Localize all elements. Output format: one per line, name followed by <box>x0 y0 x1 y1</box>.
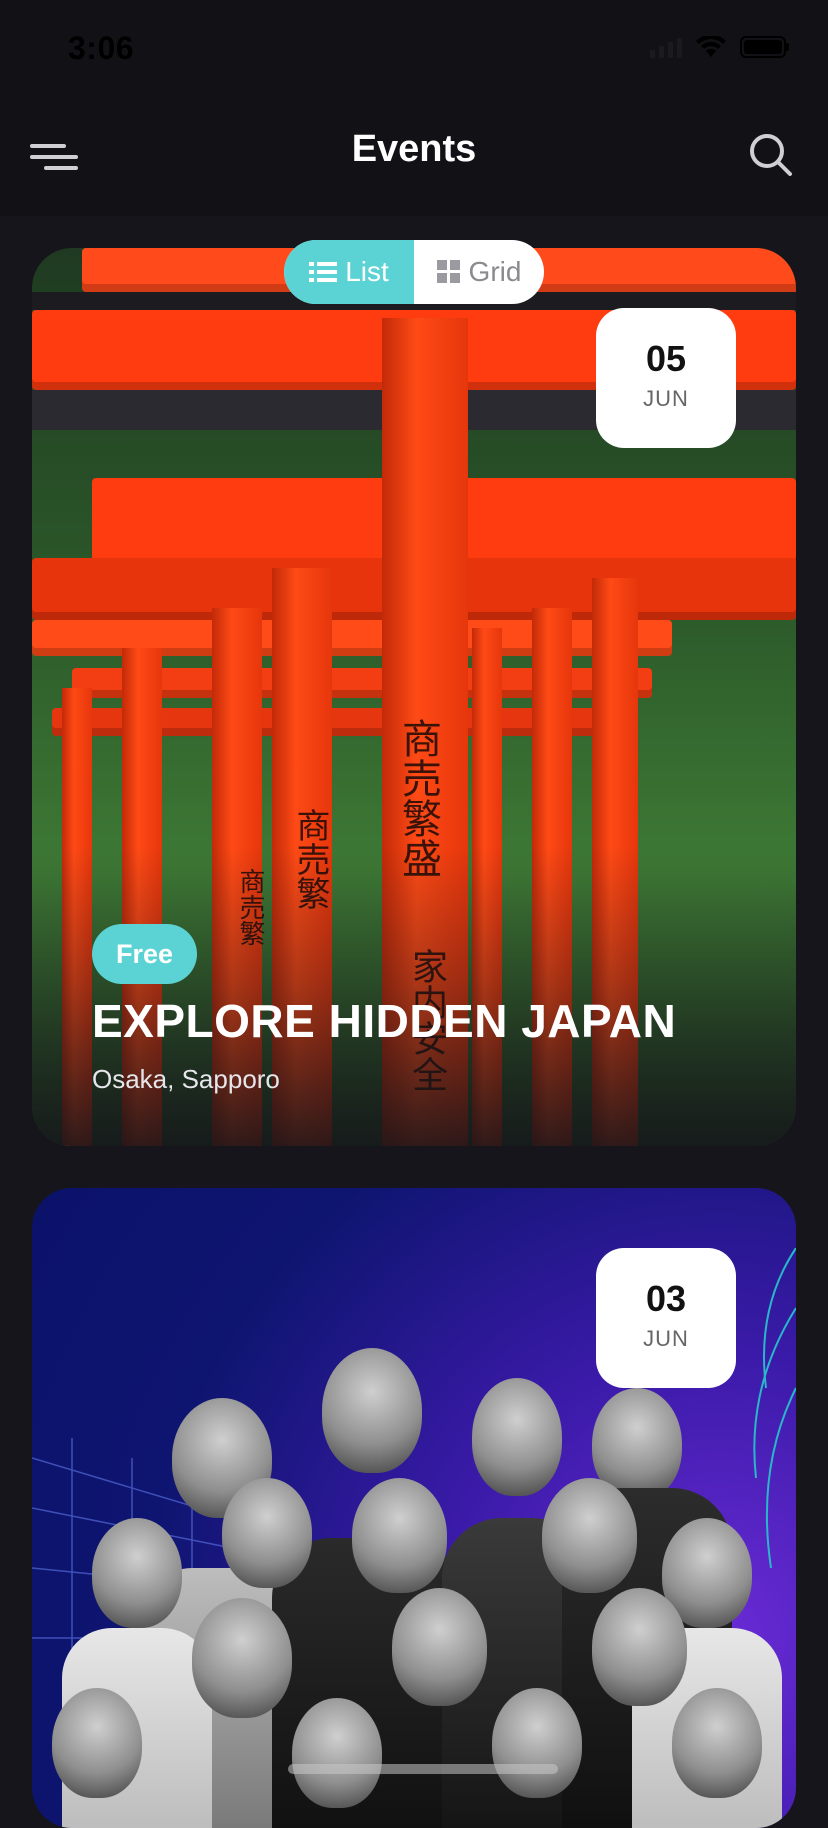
event-location: Osaka, Sapporo <box>92 1064 280 1094</box>
date-month: JUN <box>643 386 689 411</box>
app-header: Events <box>0 100 828 216</box>
date-day: 05 <box>645 338 687 379</box>
grid-view-label: Grid <box>468 256 522 287</box>
page-title: Events <box>351 128 477 170</box>
home-indicator <box>288 1764 558 1774</box>
grid-icon <box>436 260 460 283</box>
battery-icon <box>740 36 790 58</box>
cellular-signal-icon <box>650 36 682 58</box>
date-badge: 03 JUN <box>596 1248 736 1388</box>
wifi-icon <box>696 36 726 58</box>
list-view-label: List <box>345 256 389 287</box>
list-icon <box>309 262 338 282</box>
status-icons <box>650 36 790 58</box>
grid-view-button[interactable]: Grid <box>414 240 544 304</box>
price-tag: Free <box>92 924 198 984</box>
search-icon <box>750 134 792 176</box>
event-title: EXPLORE HIDDEN JAPAN <box>92 995 677 1047</box>
date-month: JUN <box>643 1326 689 1351</box>
status-bar: 3:06 <box>0 0 828 100</box>
status-time: 3:06 <box>68 30 135 66</box>
view-toggle: List Grid <box>284 240 544 304</box>
event-card[interactable]: 商売繁盛 家内安全 商売繁 商売繁 05 JUN Free EXPLORE HI… <box>32 248 796 1146</box>
event-card[interactable]: 03 JUN <box>32 1188 796 1828</box>
date-badge: 05 JUN <box>596 308 736 448</box>
date-day: 03 <box>645 1278 687 1319</box>
search-button[interactable] <box>748 132 794 178</box>
list-view-button[interactable]: List <box>284 240 414 304</box>
